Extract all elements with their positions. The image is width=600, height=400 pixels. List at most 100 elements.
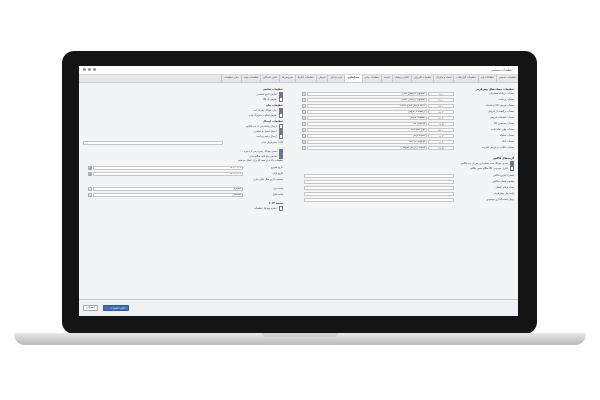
checkbox[interactable]: [278, 113, 283, 118]
form-row: روش قیمت‌گذاری موجودی: [300, 198, 514, 203]
checkbox[interactable]: [509, 166, 514, 171]
account-code[interactable]: ۵۱۰۱: [428, 128, 454, 132]
lookup-icon[interactable]: ▾: [88, 193, 92, 197]
text-field[interactable]: [304, 192, 454, 196]
text-field[interactable]: [304, 186, 454, 190]
field-label: حساب بانک: [501, 140, 514, 143]
account-code[interactable]: ۱۱۰۱: [428, 92, 454, 96]
checkbox[interactable]: [509, 161, 514, 166]
checkbox-label: چاپ خودکار پس از ثبت: [253, 108, 277, 112]
tab-production[interactable]: تنظیمات تولید: [240, 75, 260, 82]
text-field[interactable]: [304, 198, 454, 202]
lookup-icon[interactable]: ▾: [302, 128, 306, 132]
lookup-icon[interactable]: ▾: [88, 187, 92, 191]
lookup-icon[interactable]: ▾: [302, 122, 306, 126]
tab-reports[interactable]: تنظیمات گزارشات: [453, 75, 477, 82]
account-code[interactable]: ۱۱۰۲: [428, 140, 454, 144]
account-select[interactable]: مالیات بر ارزش افزوده: [307, 146, 427, 150]
checkbox-row[interactable]: کنترل موجودی کالا هنگام صدور فاکتور: [300, 166, 514, 171]
checkbox-row[interactable]: نمایش لوگو در سربرگ چاپ: [83, 113, 283, 118]
checkbox-label: ارسال رسید پرداخت: [256, 134, 277, 138]
lookup-icon[interactable]: ▾: [302, 146, 306, 150]
account-code[interactable]: ۴۱۰۳: [428, 116, 454, 120]
lookup-icon[interactable]: ▾: [302, 134, 306, 138]
tab-suppliers[interactable]: تامین کنندگان: [260, 75, 279, 82]
tab-notifications[interactable]: اعلان و پیامک: [391, 75, 411, 82]
checkbox[interactable]: [278, 149, 283, 154]
cancel-button[interactable]: انصراف: [83, 305, 98, 311]
checkbox-row[interactable]: نمایش کد کالا: [83, 97, 283, 102]
account-select[interactable]: بهای تمام شده: [307, 128, 427, 132]
tab-base-info[interactable]: اطلاعات پایه: [477, 75, 496, 82]
tab-security[interactable]: امنیت: [380, 75, 392, 82]
account-row: حساب برگشت از فروش ۴۱۰۲ برگشت از فروش ▾: [300, 110, 514, 115]
field-label: روش قیمت‌گذاری موجودی: [486, 198, 514, 201]
unit-field[interactable]: سانتیمتر: [93, 193, 243, 197]
close-icon[interactable]: [83, 68, 86, 71]
form-row: قالب پیش‌فرض چاپ: [83, 141, 283, 146]
window-title: تنظیمات سیستم: [491, 68, 512, 72]
account-row: حساب پرداخت ۲۱۰۱ حسابهای پرداختنی تجاری …: [300, 98, 514, 103]
account-select[interactable]: موجودی کالا: [307, 122, 427, 126]
account-row: حساب موجودی کالا ۱۱۰۵ موجودی کالا ▾: [300, 122, 514, 127]
tab-documents[interactable]: اسناد و مدارک: [433, 75, 453, 82]
unit-field[interactable]: کیلوگرم: [93, 187, 243, 191]
field-label: حساب تخفیفات فروش: [489, 116, 514, 119]
lookup-icon[interactable]: ▾: [302, 140, 306, 144]
tab-print[interactable]: تنظیمات چاپ: [361, 75, 381, 82]
checkbox-row[interactable]: ذخیره خودکار تنظیمات: [83, 206, 283, 211]
save-button[interactable]: ذخیره تغییرات: [103, 305, 129, 311]
account-code[interactable]: ۴۱۰۲: [428, 110, 454, 114]
settings-content: تنظیمات حساب‌های پیش‌فرض حساب دریافت مشت…: [79, 82, 518, 300]
laptop-notch: [262, 333, 338, 337]
checkbox[interactable]: [278, 134, 283, 139]
account-select[interactable]: حسابهای دریافتنی تجاری: [307, 92, 427, 96]
checkbox[interactable]: [278, 124, 283, 129]
minimize-icon[interactable]: [88, 68, 91, 71]
account-code[interactable]: ۱۱۰۵: [428, 122, 454, 126]
account-select[interactable]: موجودی نزد بانک: [307, 140, 427, 144]
checkbox-label: نمایش لوگو در سربرگ چاپ: [248, 113, 277, 117]
date-field[interactable]: ۱۴۰۲/۱۲/۲۹: [93, 172, 243, 176]
tab-warehouses[interactable]: تنظیمات انبارها: [294, 75, 316, 82]
text-field[interactable]: [304, 180, 454, 184]
field-label: حساب برگشت از فروش: [488, 110, 514, 113]
tab-purchase[interactable]: خرید و انبار: [327, 75, 344, 82]
info-note: تنظیمات بالا برای همه کاربران اعمال می‌ش…: [237, 159, 283, 162]
tab-sales[interactable]: فروش: [315, 75, 328, 82]
lookup-icon[interactable]: ▾: [302, 116, 306, 120]
account-select[interactable]: درآمد فروش کالا و خدمات: [307, 104, 427, 108]
print-template-select[interactable]: [83, 141, 223, 145]
account-select[interactable]: حسابهای پرداختنی تجاری: [307, 98, 427, 102]
calendar-icon[interactable]: ▦: [88, 172, 92, 176]
lookup-icon[interactable]: ▾: [302, 92, 306, 96]
text-field[interactable]: [304, 174, 454, 178]
tab-accounting[interactable]: حسابداری: [344, 75, 362, 82]
checkbox[interactable]: [278, 154, 283, 159]
tab-services[interactable]: سرویس‌ها: [279, 75, 295, 82]
lookup-icon[interactable]: ▾: [302, 110, 306, 114]
account-code[interactable]: ۴۱۰۱: [428, 104, 454, 108]
calendar-icon[interactable]: ▦: [88, 166, 92, 170]
field-label: حساب بهای تمام شده: [490, 128, 514, 131]
account-select[interactable]: برگشت از فروش: [307, 110, 427, 114]
tab-users[interactable]: تنظیمات کاربران: [410, 75, 433, 82]
field-label: واحد طول: [272, 193, 283, 196]
checkbox-row[interactable]: ارسال رسید پرداخت: [83, 134, 283, 139]
lookup-icon[interactable]: ▾: [302, 104, 306, 108]
account-select[interactable]: تنخواه گردان: [307, 134, 427, 138]
checkbox[interactable]: [278, 92, 283, 97]
maximize-icon[interactable]: [93, 68, 96, 71]
account-code[interactable]: ۲۱۰۵: [428, 146, 454, 150]
checkbox[interactable]: [278, 97, 283, 102]
date-field[interactable]: ۱۴۰۲/۰۱/۰۱: [93, 166, 243, 170]
tab-other[interactable]: سایر تنظیمات: [221, 75, 241, 82]
checkbox[interactable]: [278, 108, 283, 113]
account-code[interactable]: ۲۱۰۱: [428, 98, 454, 102]
checkbox[interactable]: [278, 206, 283, 211]
lookup-icon[interactable]: ▾: [302, 98, 306, 102]
account-select[interactable]: تخفیفات فروش: [307, 116, 427, 120]
tab-general[interactable]: تنظیمات عمومی: [495, 75, 518, 82]
checkbox[interactable]: [278, 129, 283, 134]
account-code[interactable]: ۱۱۰۳: [428, 134, 454, 138]
